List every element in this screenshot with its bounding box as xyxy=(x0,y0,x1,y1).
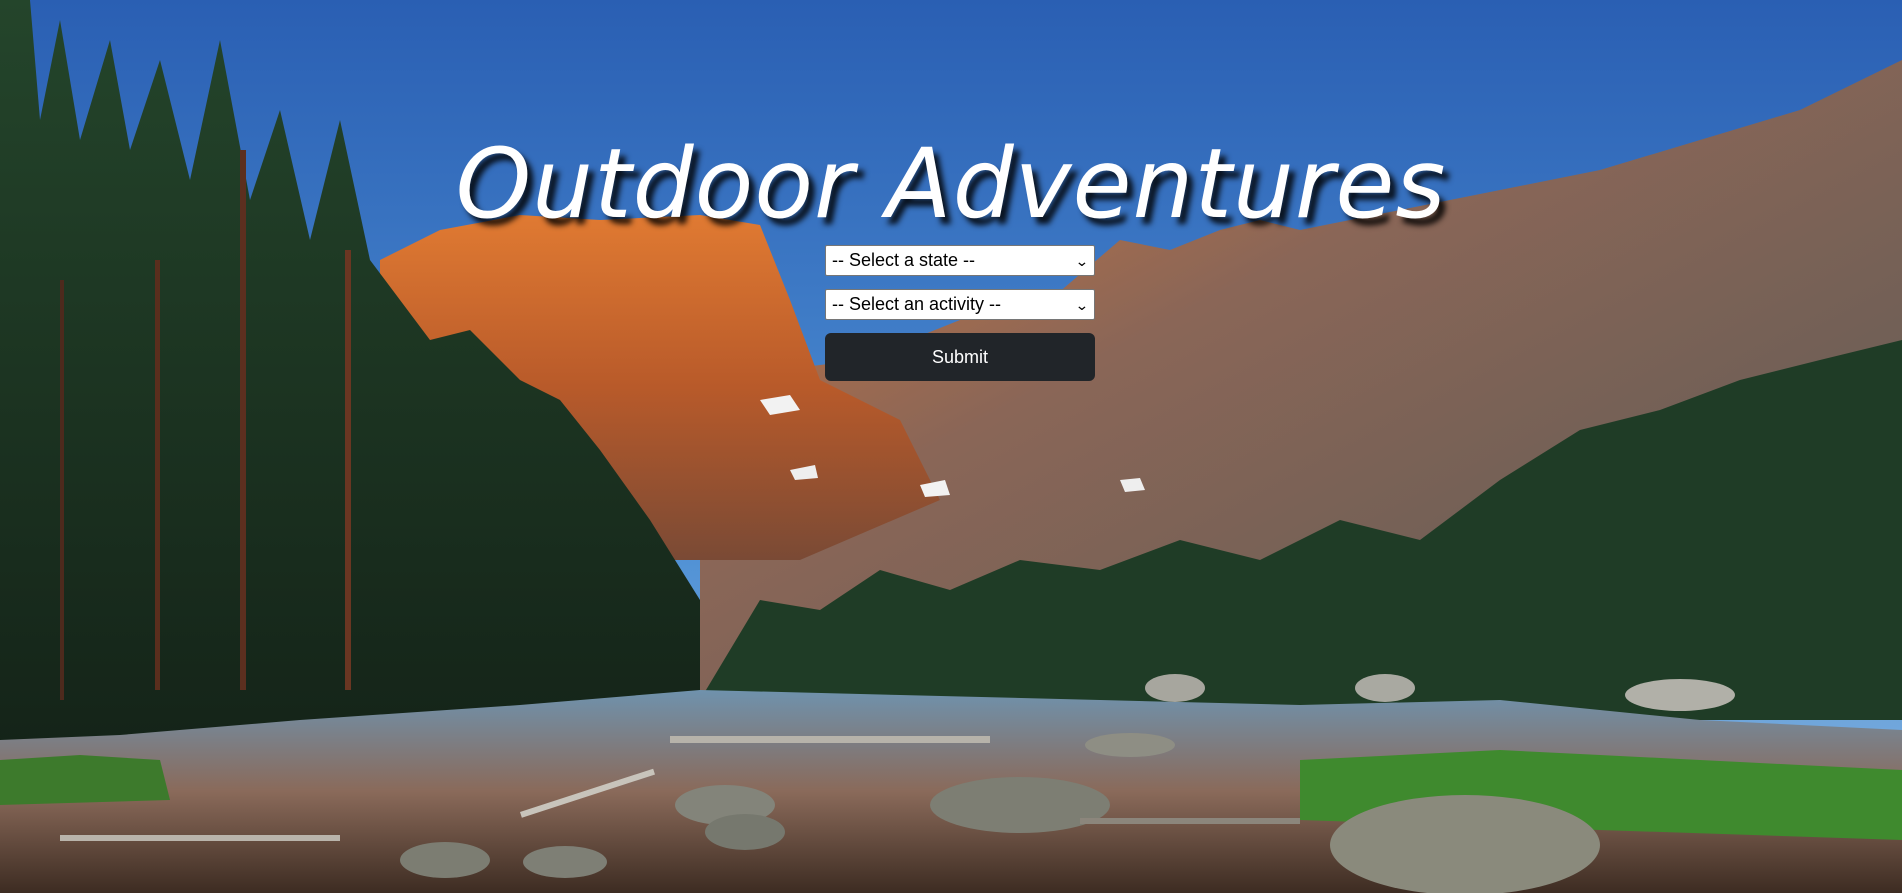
activity-select[interactable]: -- Select an activity -- ⌄ xyxy=(825,289,1095,320)
page-title: Outdoor Adventures xyxy=(455,128,1447,241)
state-select-value: -- Select a state -- xyxy=(832,250,976,270)
submit-button[interactable]: Submit xyxy=(825,333,1095,381)
chevron-down-icon: ⌄ xyxy=(1075,296,1090,313)
state-select[interactable]: -- Select a state -- ⌄ xyxy=(825,245,1095,276)
activity-select-value: -- Select an activity -- xyxy=(832,294,1002,314)
search-form: -- Select a state -- ⌄ -- Select an acti… xyxy=(825,245,1095,381)
chevron-down-icon: ⌄ xyxy=(1075,252,1090,269)
